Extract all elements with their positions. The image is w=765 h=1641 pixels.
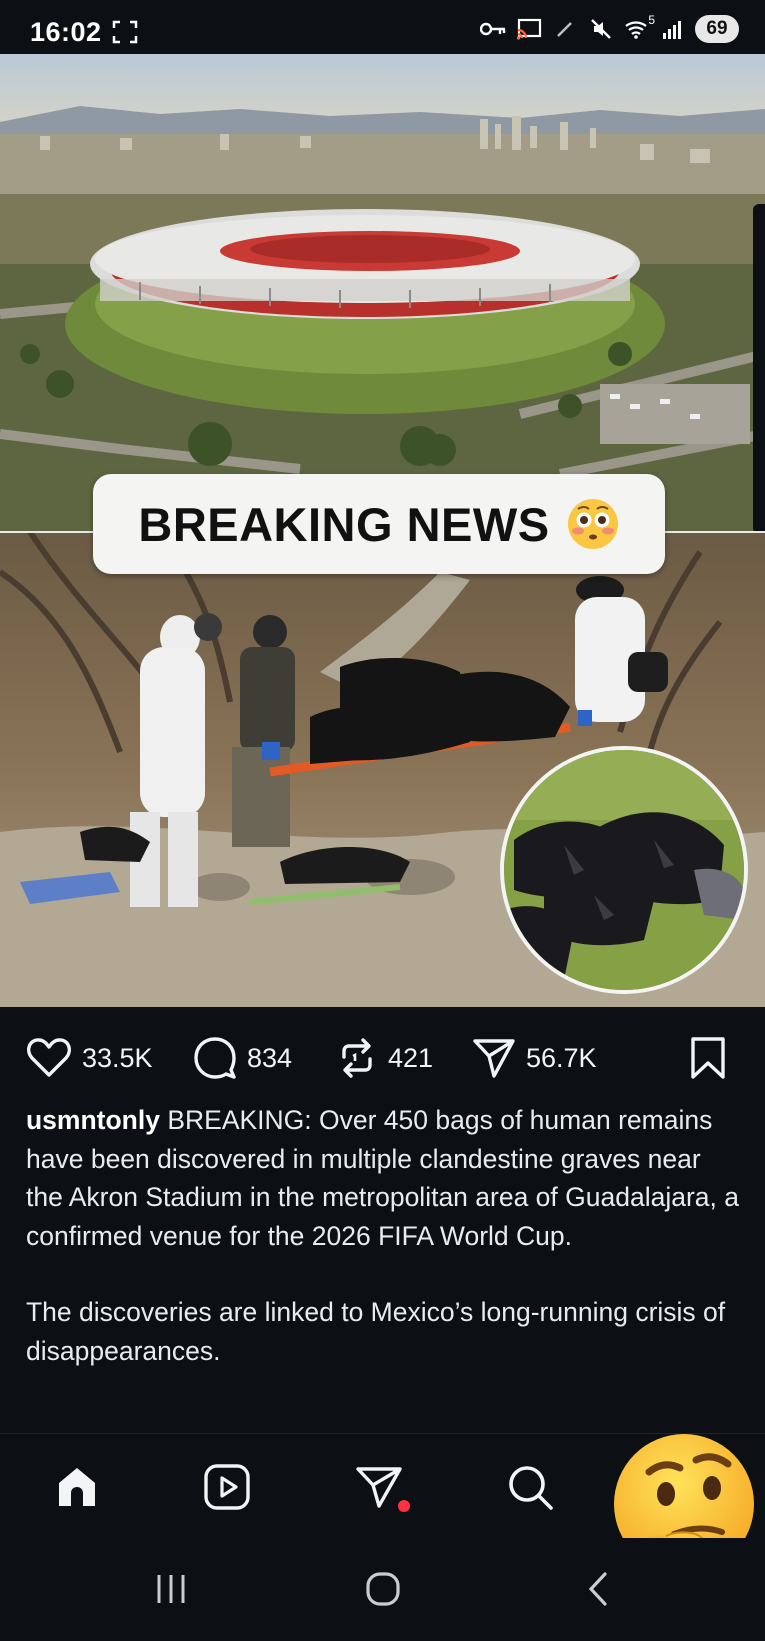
nav-home[interactable] bbox=[52, 1462, 102, 1512]
search-icon bbox=[509, 1466, 553, 1510]
home-circle-icon bbox=[366, 1572, 400, 1606]
wifi-icon: 5 bbox=[623, 13, 655, 42]
repost-button[interactable]: 421 bbox=[336, 1038, 433, 1078]
reels-icon bbox=[204, 1464, 250, 1510]
username[interactable]: usmntonly bbox=[26, 1105, 160, 1135]
status-time: 16:02 bbox=[30, 17, 102, 47]
vpn-key-icon bbox=[479, 16, 507, 42]
inset-bags-photo bbox=[500, 746, 748, 994]
stadium-aerial-photo bbox=[0, 54, 765, 532]
network-type: 5 bbox=[648, 13, 655, 27]
back-button[interactable] bbox=[575, 1566, 621, 1612]
screenshot-icon bbox=[112, 20, 138, 44]
direct-messages-icon bbox=[356, 1467, 402, 1508]
flushed-face-emoji-icon bbox=[567, 499, 618, 549]
share-button[interactable]: 56.7K bbox=[472, 1038, 597, 1078]
recent-apps-icon bbox=[157, 1575, 185, 1603]
back-chevron-icon bbox=[588, 1572, 607, 1606]
scroll-indicator bbox=[753, 204, 765, 534]
edit-icon bbox=[551, 16, 579, 42]
send-icon bbox=[473, 1039, 515, 1078]
notification-dot bbox=[398, 1500, 410, 1512]
like-count: 33.5K bbox=[82, 1042, 153, 1073]
bookmark-icon bbox=[691, 1037, 725, 1079]
repost-count: 421 bbox=[388, 1042, 434, 1073]
nav-search[interactable] bbox=[505, 1462, 555, 1512]
nav-direct-messages[interactable] bbox=[354, 1462, 410, 1512]
comment-button[interactable]: 834 bbox=[193, 1037, 293, 1079]
status-icons: 5 69 bbox=[479, 13, 739, 44]
banner-text: BREAKING NEWS bbox=[138, 497, 550, 551]
battery-indicator: 69 bbox=[695, 15, 739, 43]
home-system-button[interactable] bbox=[360, 1566, 406, 1612]
like-button[interactable]: 33.5K bbox=[26, 1038, 153, 1078]
repost-icon bbox=[342, 1038, 372, 1078]
heart-icon bbox=[27, 1038, 71, 1077]
signal-icon bbox=[659, 16, 687, 42]
breaking-news-banner: BREAKING NEWS bbox=[93, 474, 665, 574]
share-count: 56.7K bbox=[526, 1042, 597, 1073]
caption-text-second: The discoveries are linked to Mexico’s l… bbox=[26, 1297, 726, 1366]
comment-icon bbox=[194, 1037, 236, 1079]
save-button[interactable] bbox=[688, 1037, 728, 1079]
home-icon bbox=[59, 1468, 95, 1506]
cast-icon bbox=[515, 16, 543, 42]
post-image[interactable]: BREAKING NEWS bbox=[0, 54, 765, 1007]
recent-apps-button[interactable] bbox=[148, 1566, 194, 1612]
nav-reels[interactable] bbox=[202, 1462, 252, 1512]
post-caption: usmntonly BREAKING: Over 450 bags of hum… bbox=[26, 1101, 741, 1370]
mute-icon bbox=[587, 16, 615, 42]
comment-count: 834 bbox=[247, 1042, 293, 1073]
status-bar: 16:02 5 69 bbox=[0, 0, 765, 54]
